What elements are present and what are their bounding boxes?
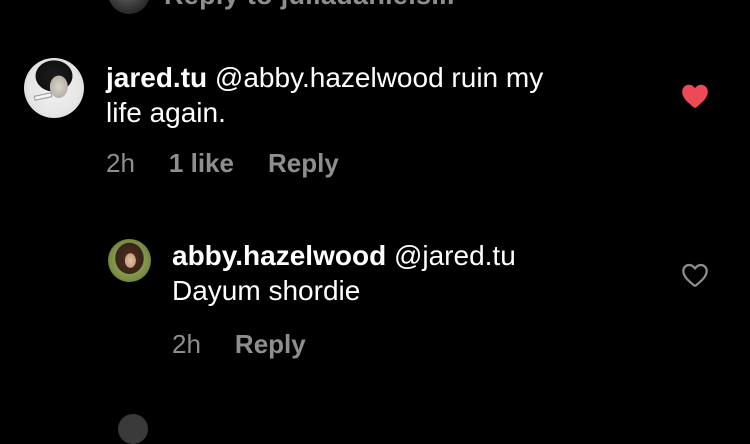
reply-line-2: Dayum shordie [172,275,361,306]
comment-line-1: jared.tu @abby.hazelwood ruin my [106,60,543,95]
reply-username[interactable]: abby.hazelwood [172,240,386,271]
heart-filled-icon[interactable] [681,83,709,109]
comment-body: jared.tu @abby.hazelwood ruin my life ag… [106,60,543,130]
reply-body: abby.hazelwood @jared.tu Dayum shordie [172,238,516,308]
like-count-link[interactable]: 1 like [169,148,234,179]
comment-username[interactable]: jared.tu [106,62,207,93]
comment-timestamp: 2h [106,148,135,178]
avatar[interactable] [118,414,148,444]
reply-button[interactable]: Reply [235,329,306,360]
comment-line-2: life again. [106,97,226,128]
comment-meta: 2h 1 like Reply [106,148,339,179]
avatar-abby-hazelwood[interactable] [108,239,151,282]
heart-outline-icon[interactable] [681,262,709,288]
avatar-detail [33,92,53,101]
comment-text: @abby.hazelwood ruin my [207,62,544,93]
reply-link-partial[interactable]: Reply to juliadaniels... [164,0,455,11]
avatar[interactable] [108,0,150,14]
avatar-jared-tu[interactable] [24,58,84,118]
previous-reply-row: Reply to juliadaniels... [108,0,455,14]
reply-button[interactable]: Reply [268,148,339,179]
reply-text: @jared.tu [386,240,516,271]
reply-timestamp: 2h [172,329,201,359]
reply-meta: 2h Reply [172,329,306,360]
reply-line-1: abby.hazelwood @jared.tu [172,238,516,273]
